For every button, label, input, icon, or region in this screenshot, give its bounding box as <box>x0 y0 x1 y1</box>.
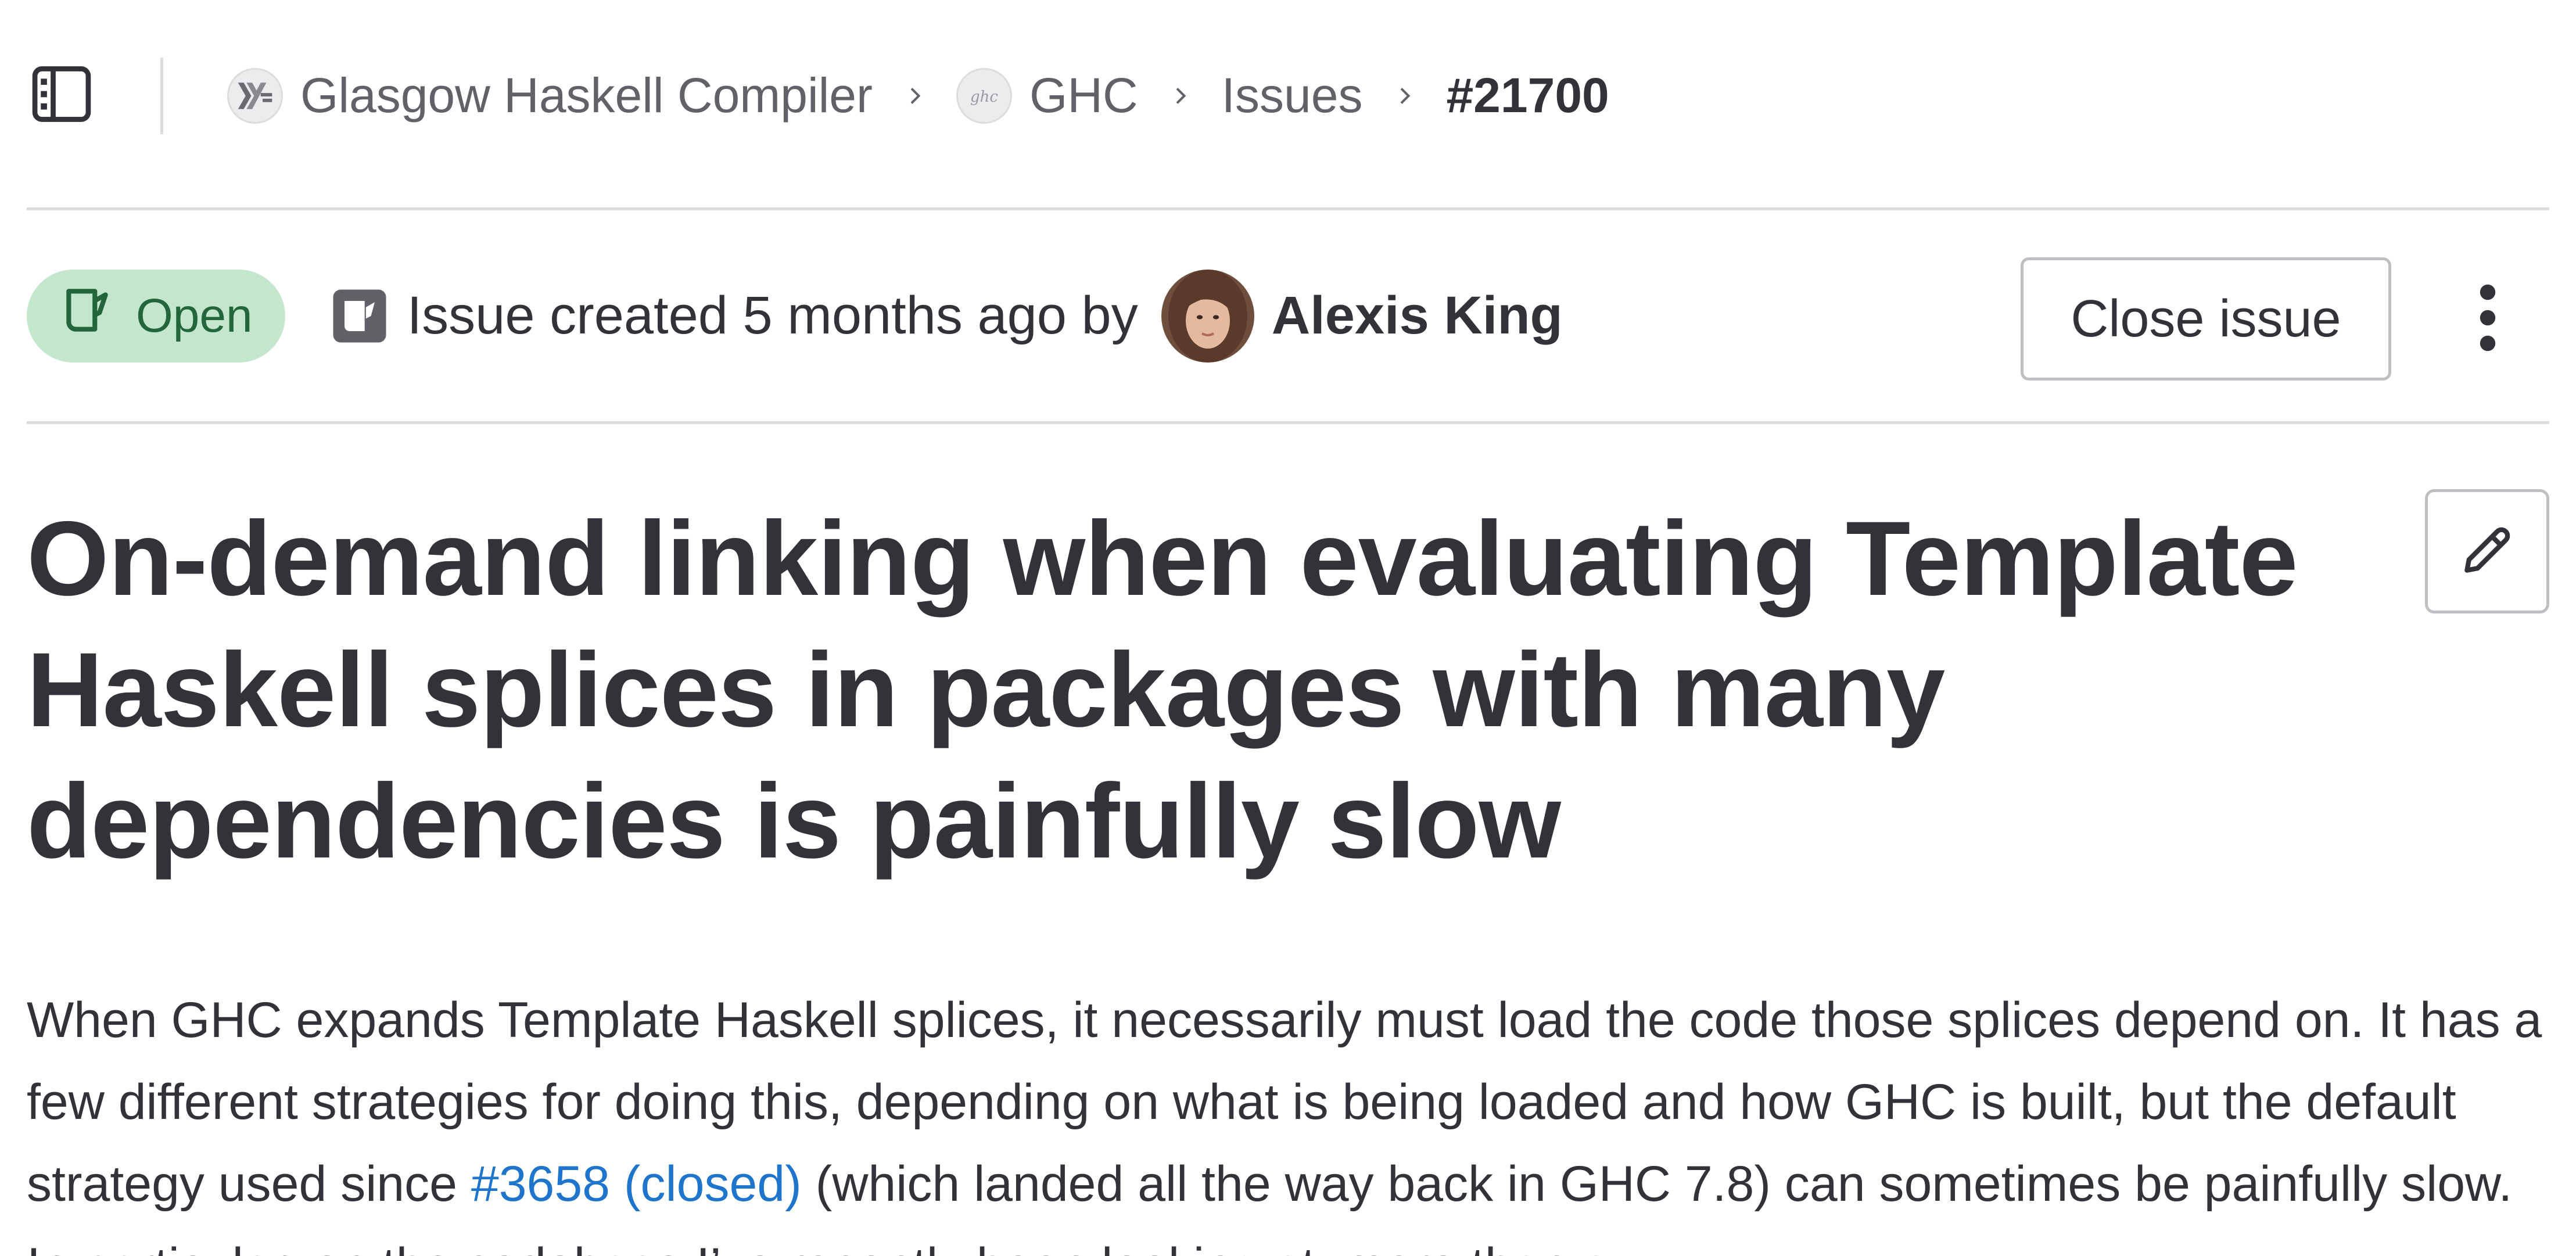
close-issue-button[interactable]: Close issue <box>2021 257 2391 381</box>
sidebar-toggle-button[interactable] <box>27 61 96 131</box>
top-bar: Glasgow Haskell Compiler ghc GHC Issues <box>27 0 2549 210</box>
author-name[interactable]: Alexis King <box>1272 285 1563 346</box>
issue-type-icon <box>329 286 390 346</box>
issue-page: Glasgow Haskell Compiler ghc GHC Issues <box>0 0 2576 1256</box>
breadcrumb-group-label: Glasgow Haskell Compiler <box>300 68 873 123</box>
edit-title-button[interactable] <box>2425 489 2549 613</box>
avatar[interactable] <box>1161 269 1254 363</box>
pencil-icon <box>2457 520 2517 583</box>
ghc-logo-icon: ghc <box>956 67 1012 124</box>
divider <box>160 57 163 134</box>
breadcrumb-group[interactable]: Glasgow Haskell Compiler <box>227 67 873 124</box>
issue-open-icon <box>59 282 136 350</box>
created-meta-text: Issue created 5 months ago by <box>407 286 1138 345</box>
issue-description: When GHC expands Template Haskell splice… <box>27 979 2560 1256</box>
more-actions-button[interactable] <box>2470 280 2505 358</box>
issue-header: Open Issue created 5 months ago by Alexi… <box>27 210 2549 424</box>
breadcrumb-project-label: GHC <box>1029 68 1138 123</box>
issue-reference-link[interactable]: #3658 (closed) <box>471 1156 802 1212</box>
title-section: On-demand linking when evaluating Templa… <box>27 424 2549 887</box>
breadcrumb-project[interactable]: ghc GHC <box>956 67 1138 124</box>
breadcrumb-current-issue[interactable]: #21700 <box>1446 67 1609 124</box>
chevron-right-icon <box>1168 84 1192 107</box>
breadcrumb: Glasgow Haskell Compiler ghc GHC Issues <box>227 67 1609 124</box>
chevron-right-icon <box>1393 84 1416 107</box>
status-label: Open <box>136 289 253 342</box>
description-paragraph: When GHC expands Template Haskell splice… <box>27 979 2560 1256</box>
kebab-menu-icon <box>2476 283 2499 356</box>
page-title: On-demand linking when evaluating Templa… <box>27 499 2298 880</box>
haskell-logo-icon <box>227 67 283 124</box>
svg-text:ghc: ghc <box>970 88 998 105</box>
chevron-right-icon <box>903 84 926 107</box>
breadcrumb-issues-label: Issues <box>1221 68 1363 123</box>
breadcrumb-issues[interactable]: Issues <box>1222 67 1363 124</box>
sidebar-icon <box>28 60 95 131</box>
status-badge: Open <box>27 269 285 363</box>
